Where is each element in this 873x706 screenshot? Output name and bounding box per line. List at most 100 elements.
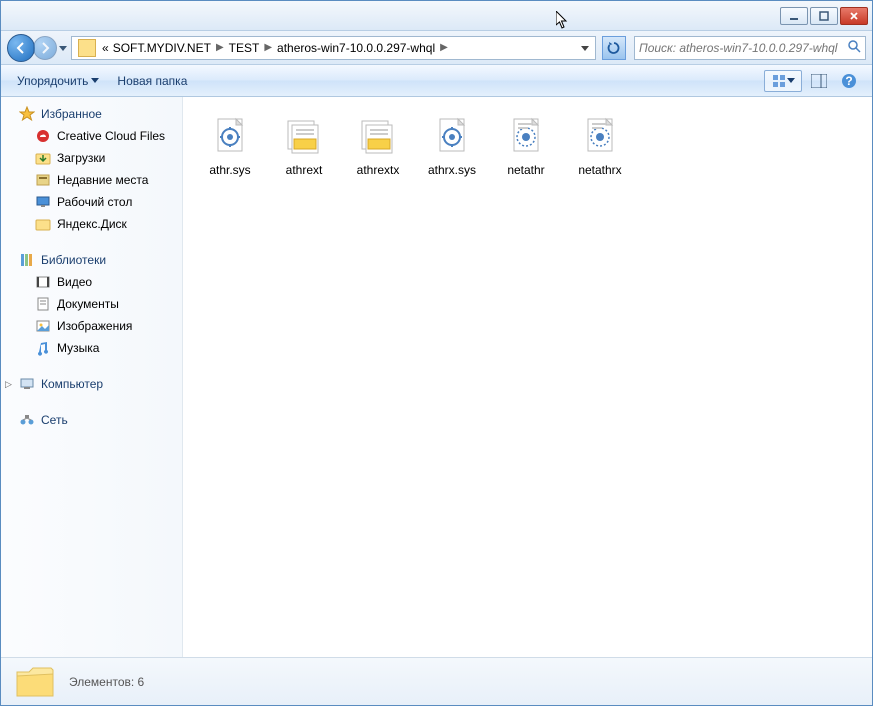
music-icon: [35, 340, 51, 356]
desktop-icon: [35, 194, 51, 210]
item-label: Creative Cloud Files: [57, 129, 165, 143]
video-icon: [35, 274, 51, 290]
toolbar-right: ?: [764, 70, 862, 92]
sidebar-item-desktop[interactable]: Рабочий стол: [1, 191, 182, 213]
file-label: netathrx: [578, 163, 621, 177]
cursor-icon: [556, 11, 570, 29]
breadcrumb-item[interactable]: SOFT.MYDIV.NET: [111, 37, 213, 59]
network-label: Сеть: [41, 413, 68, 427]
file-type-icon: [430, 115, 474, 159]
downloads-icon: [35, 150, 51, 166]
preview-pane-button[interactable]: [806, 70, 832, 92]
back-button[interactable]: [7, 34, 35, 62]
minimize-button[interactable]: [780, 7, 808, 25]
file-label: athrext: [286, 163, 323, 177]
file-label: athrx.sys: [428, 163, 476, 177]
search-input[interactable]: [639, 41, 847, 55]
file-type-icon: [504, 115, 548, 159]
statusbar: Элементов: 6: [1, 657, 872, 705]
main-area: Избранное Creative Cloud Files Загрузки …: [1, 97, 872, 657]
sidebar-item-downloads[interactable]: Загрузки: [1, 147, 182, 169]
new-folder-button[interactable]: Новая папка: [111, 72, 193, 90]
file-item[interactable]: netathrx: [563, 111, 637, 181]
sidebar-item-video[interactable]: Видео: [1, 271, 182, 293]
computer-icon: [19, 376, 35, 392]
sidebar-item-creative-cloud[interactable]: Creative Cloud Files: [1, 125, 182, 147]
recent-icon: [35, 172, 51, 188]
folder-icon: [35, 216, 51, 232]
item-label: Музыка: [57, 341, 99, 355]
item-label: Изображения: [57, 319, 132, 333]
item-label: Рабочий стол: [57, 195, 132, 209]
forward-button[interactable]: [33, 36, 57, 60]
maximize-button[interactable]: [810, 7, 838, 25]
favorites-label: Избранное: [41, 107, 102, 121]
file-item[interactable]: netathr: [489, 111, 563, 181]
sidebar-item-yandex-disk[interactable]: Яндекс.Диск: [1, 213, 182, 235]
libraries-label: Библиотеки: [41, 253, 106, 267]
chevron-down-icon: [91, 78, 99, 83]
sidebar: Избранное Creative Cloud Files Загрузки …: [1, 97, 183, 657]
sidebar-item-pictures[interactable]: Изображения: [1, 315, 182, 337]
item-label: Яндекс.Диск: [57, 217, 127, 231]
file-label: netathr: [507, 163, 544, 177]
libraries-header[interactable]: Библиотеки: [1, 249, 182, 271]
navbar: « SOFT.MYDIV.NET ▶ TEST ▶ atheros-win7-1…: [1, 31, 872, 65]
network-group: Сеть: [1, 409, 182, 431]
folder-large-icon: [15, 664, 55, 700]
breadcrumb-item[interactable]: TEST: [227, 37, 262, 59]
libraries-group: Библиотеки Видео Документы Изображения М…: [1, 249, 182, 359]
computer-header[interactable]: ▷ Компьютер: [1, 373, 182, 395]
file-item[interactable]: athrx.sys: [415, 111, 489, 181]
search-box[interactable]: [634, 36, 866, 60]
sidebar-item-recent[interactable]: Недавние места: [1, 169, 182, 191]
titlebar: [1, 1, 872, 31]
breadcrumb-prefix[interactable]: «: [100, 37, 111, 59]
network-icon: [19, 412, 35, 428]
file-label: athr.sys: [209, 163, 250, 177]
document-icon: [35, 296, 51, 312]
file-type-icon: [282, 115, 326, 159]
close-button[interactable]: [840, 7, 868, 25]
organize-label: Упорядочить: [17, 74, 88, 88]
network-header[interactable]: Сеть: [1, 409, 182, 431]
file-type-icon: [578, 115, 622, 159]
favorites-group: Избранное Creative Cloud Files Загрузки …: [1, 103, 182, 235]
item-label: Недавние места: [57, 173, 148, 187]
file-item[interactable]: athrext: [267, 111, 341, 181]
search-icon[interactable]: [847, 39, 861, 56]
item-label: Видео: [57, 275, 92, 289]
breadcrumb-item[interactable]: atheros-win7-10.0.0.297-whql: [275, 37, 437, 59]
toolbar: Упорядочить Новая папка ?: [1, 65, 872, 97]
svg-text:?: ?: [845, 74, 852, 88]
file-list[interactable]: athr.sys athrext athrextx athrx.sys netathr n…: [183, 97, 872, 657]
chevron-right-icon: ▶: [261, 42, 275, 53]
pictures-icon: [35, 318, 51, 334]
address-dropdown[interactable]: [577, 41, 593, 55]
file-label: athrextx: [357, 163, 400, 177]
file-item[interactable]: athrextx: [341, 111, 415, 181]
file-type-icon: [208, 115, 252, 159]
refresh-button[interactable]: [602, 36, 626, 60]
address-bar[interactable]: « SOFT.MYDIV.NET ▶ TEST ▶ atheros-win7-1…: [71, 36, 596, 60]
item-label: Документы: [57, 297, 119, 311]
help-button[interactable]: ?: [836, 70, 862, 92]
sidebar-item-music[interactable]: Музыка: [1, 337, 182, 359]
status-text: Элементов: 6: [69, 675, 144, 689]
folder-icon: [78, 39, 96, 57]
organize-button[interactable]: Упорядочить: [11, 72, 105, 90]
star-icon: [19, 106, 35, 122]
expander-icon: ▷: [5, 379, 12, 390]
cloud-icon: [35, 128, 51, 144]
view-mode-button[interactable]: [764, 70, 802, 92]
sidebar-item-documents[interactable]: Документы: [1, 293, 182, 315]
favorites-header[interactable]: Избранное: [1, 103, 182, 125]
computer-group: ▷ Компьютер: [1, 373, 182, 395]
nav-back-forward: [7, 34, 67, 62]
history-dropdown[interactable]: [59, 41, 67, 55]
file-type-icon: [356, 115, 400, 159]
new-folder-label: Новая папка: [117, 74, 187, 88]
library-icon: [19, 252, 35, 268]
item-label: Загрузки: [57, 151, 105, 165]
file-item[interactable]: athr.sys: [193, 111, 267, 181]
